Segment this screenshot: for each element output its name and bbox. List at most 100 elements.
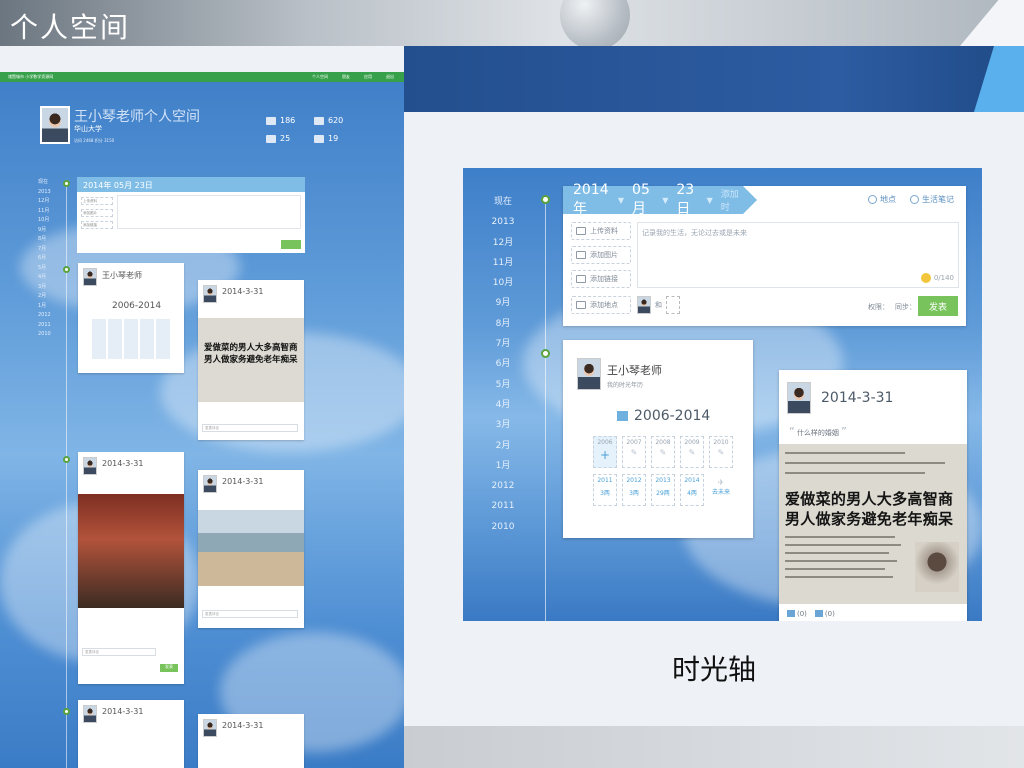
year-nav-item[interactable]: 现在	[483, 192, 523, 212]
photo-card[interactable]: 2014-3-31 发表评论 发表	[78, 452, 184, 684]
upload-file-button[interactable]: 上传资料	[571, 222, 631, 240]
comment-submit-button[interactable]: 发表	[160, 664, 178, 672]
year-nav-item[interactable]: 11月	[38, 207, 51, 217]
year-nav-item[interactable]: 1月	[38, 302, 51, 312]
news-card[interactable]: 2014-3-31	[198, 714, 304, 768]
year-select[interactable]: 2014年	[573, 182, 614, 218]
publish-button[interactable]	[281, 240, 301, 249]
add-location-button[interactable]: 添加地点	[571, 296, 631, 314]
year-nav-item[interactable]: 10月	[38, 216, 51, 226]
year-cell[interactable]: 2012 3两	[622, 474, 646, 506]
year-cell[interactable]: 2008 ✎	[651, 436, 675, 468]
avatar[interactable]	[40, 106, 70, 144]
post-textarea[interactable]: 记录我的生活，无论过去或是未来 0/140	[637, 222, 959, 288]
year-cell[interactable]: 2011 3两	[593, 474, 617, 506]
stat-photos[interactable]: 186	[266, 116, 295, 125]
year-cell[interactable]: 2013 29两	[651, 474, 675, 506]
year-nav-item[interactable]: 2月	[483, 436, 523, 456]
stat-docs[interactable]: 25	[266, 134, 290, 143]
year-nav-item[interactable]: 3月	[38, 283, 51, 293]
add-link-button[interactable]: 添加链接	[81, 221, 113, 229]
year-cell[interactable]: 2014 4两	[680, 474, 704, 506]
emoji-icon[interactable]	[920, 273, 931, 283]
post-textarea[interactable]	[117, 195, 301, 229]
year-nav-item[interactable]: 2012	[38, 311, 51, 321]
year-nav-item[interactable]: 7月	[483, 334, 523, 354]
year-nav-item[interactable]: 6月	[483, 354, 523, 374]
add-friend-icon[interactable]	[666, 296, 680, 314]
year-nav-item[interactable]: 12月	[38, 197, 51, 207]
photo[interactable]	[78, 494, 184, 608]
year-nav-item[interactable]: 2010	[38, 330, 51, 340]
news-image[interactable]: 爱做菜的男人大多高智商 男人做家务避免老年痴呆	[198, 318, 304, 402]
year-nav-item[interactable]: 5月	[483, 375, 523, 395]
year-cell[interactable]: 2007 ✎	[622, 436, 646, 468]
upload-button[interactable]: 上传资料	[81, 197, 113, 205]
year-cell[interactable]: 2009 ✎	[680, 436, 704, 468]
comment-input[interactable]: 发表评论	[82, 648, 156, 656]
year-nav-item[interactable]: 5月	[38, 264, 51, 274]
permission-toggle[interactable]: 权限：	[868, 302, 889, 312]
stat-messages[interactable]: 620	[314, 116, 343, 125]
year-nav-item[interactable]: 2012	[483, 476, 523, 496]
comment-input[interactable]: 发表评论	[202, 424, 298, 432]
add-image-button[interactable]: 添加图片	[571, 246, 631, 264]
nav-personal-space[interactable]: 个人空间	[312, 74, 328, 80]
site-brand[interactable]: 诸暨城市 小学数学资源网	[8, 74, 53, 80]
add-link-button[interactable]: 添加链接	[571, 270, 631, 288]
nav-logout[interactable]: 退出	[386, 74, 394, 80]
photo[interactable]	[198, 510, 304, 586]
location-link[interactable]: 地点	[868, 194, 896, 205]
cloud-icon	[314, 134, 324, 143]
life-note-link[interactable]: 生活笔记	[910, 194, 954, 205]
year-nav[interactable]: 现在 2013 12月 11月 10月 9月 8月 7月 6月 5月 4月 3月 2月 1月 2012 201…	[483, 192, 523, 537]
year-nav-item[interactable]: 4月	[38, 273, 51, 283]
month-select[interactable]: 05月	[632, 182, 658, 218]
year-cell[interactable]: 2010 ✎	[709, 436, 733, 468]
avatar[interactable]	[787, 382, 811, 414]
year-nav[interactable]: 现在 2013 12月 11月 10月 9月 8月 7月 6月 5月 4月 3月 2月 1月 2012 201…	[38, 178, 51, 340]
nav-friends[interactable]: 朋友	[342, 74, 350, 80]
year-nav-item[interactable]: 3月	[483, 415, 523, 435]
comment-button[interactable]: (0)	[814, 610, 835, 618]
comment-input[interactable]: 发表评论	[202, 610, 298, 618]
year-nav-item[interactable]: 2011	[483, 496, 523, 516]
day-select[interactable]: 23日	[676, 182, 702, 218]
year-nav-item[interactable]: 12月	[483, 233, 523, 253]
year-nav-item[interactable]: 1月	[483, 456, 523, 476]
year-nav-item[interactable]: 6月	[38, 254, 51, 264]
year-nav-item[interactable]: 4月	[483, 395, 523, 415]
news-card[interactable]: 2014-3-31	[78, 700, 184, 768]
stat-cloud[interactable]: 19	[314, 134, 338, 143]
year-nav-item[interactable]: 8月	[38, 235, 51, 245]
year-nav-item[interactable]: 2011	[38, 321, 51, 331]
date-bar[interactable]: 2014年 05月 23日	[77, 177, 305, 192]
sync-toggle[interactable]: 同步：	[895, 302, 916, 312]
year-grid[interactable]	[92, 319, 172, 359]
photo-card[interactable]: 2014-3-31 发表评论	[198, 470, 304, 628]
date-bar: 2014年 ▼ 05月 ▼ 23日 ▼ 添加时	[563, 182, 757, 217]
year-nav-item[interactable]: 7月	[38, 245, 51, 255]
year-nav-item[interactable]: 2013	[38, 188, 51, 198]
year-nav-item[interactable]: 2010	[483, 517, 523, 537]
year-cell[interactable]: ✈ 去未来	[709, 474, 733, 506]
year-nav-item[interactable]: 11月	[483, 253, 523, 273]
add-image-button[interactable]: 添加图片	[81, 209, 113, 217]
year-nav-item[interactable]: 8月	[483, 314, 523, 334]
year-nav-item[interactable]: 2月	[38, 292, 51, 302]
nav-apps[interactable]: 应用	[364, 74, 372, 80]
year-nav-item[interactable]: 现在	[38, 178, 51, 188]
year-nav-item[interactable]: 9月	[38, 226, 51, 236]
year-nav-item[interactable]: 2013	[483, 212, 523, 232]
add-time-link[interactable]: 添加时	[721, 187, 743, 213]
news-card[interactable]: 2014-3-31 爱做菜的男人大多高智商 男人做家务避免老年痴呆 发表评论	[198, 280, 304, 440]
year-nav-item[interactable]: 10月	[483, 273, 523, 293]
avatar[interactable]	[637, 296, 651, 314]
profile-card[interactable]: 王小琴老师 2006-2014	[78, 263, 184, 373]
like-button[interactable]: (0)	[787, 610, 807, 618]
news-clipping-image[interactable]: 爱做菜的男人大多高智商 男人做家务避免老年痴呆	[779, 444, 967, 604]
year-cell[interactable]: 2006 +	[593, 436, 617, 468]
publish-button[interactable]: 发表	[918, 296, 958, 316]
avatar[interactable]	[577, 358, 601, 390]
year-nav-item[interactable]: 9月	[483, 293, 523, 313]
